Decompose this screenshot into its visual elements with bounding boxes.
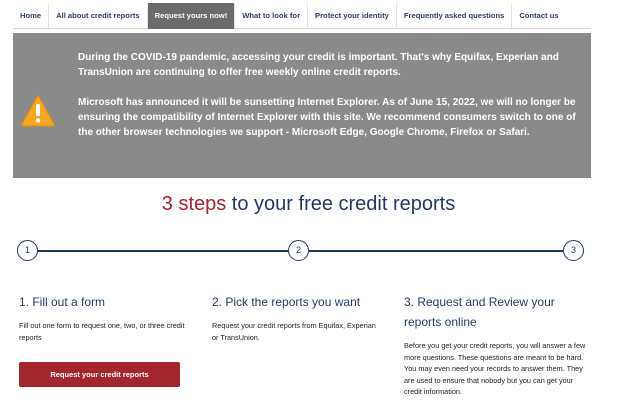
step-circle-1: 1: [17, 240, 38, 261]
step-connector-1: [38, 250, 288, 252]
step-connector-2: [309, 250, 563, 252]
step-circle-3: 3: [563, 240, 584, 261]
warning-triangle-icon: [21, 93, 55, 127]
step-1-title: 1. Fill out a form: [19, 295, 106, 309]
heading-rest: to your free credit reports: [226, 193, 456, 215]
nav-tab-home[interactable]: Home: [13, 3, 50, 29]
step-1-text: Fill out one form to request one, two, o…: [19, 321, 185, 342]
nav-tab-faq[interactable]: Frequently asked questions: [397, 3, 513, 29]
page-heading: 3 steps to your free credit reports: [0, 193, 617, 216]
nav-tab-protect-identity[interactable]: Protect your identity: [308, 3, 397, 29]
step-3-title: 3. Request and Review your reports onlin…: [404, 295, 555, 329]
request-credit-reports-button[interactable]: Request your credit reports: [19, 362, 180, 387]
alert-message: During the COVID-19 pandemic, accessing …: [78, 50, 583, 140]
nav-tab-request-yours-now[interactable]: Request yours now!: [147, 3, 236, 29]
alert-paragraph-ie: Microsoft has announced it will be sunse…: [78, 97, 576, 138]
alert-banner: During the COVID-19 pandemic, accessing …: [13, 33, 591, 178]
top-navigation: Home All about credit reports Request yo…: [13, 3, 591, 29]
nav-tab-what-to-look-for[interactable]: What to look for: [235, 3, 309, 29]
step-circle-2: 2: [288, 240, 309, 261]
step-2-text: Request your credit reports from Equifax…: [212, 321, 376, 342]
nav-tab-contact-us[interactable]: Contact us: [512, 3, 565, 29]
heading-accent: 3 steps: [161, 193, 227, 215]
nav-tab-about-credit-reports[interactable]: All about credit reports: [49, 3, 148, 29]
alert-paragraph-covid: During the COVID-19 pandemic, accessing …: [78, 52, 559, 78]
step-2-title: 2. Pick the reports you want: [212, 295, 361, 309]
step-3-text: Before you get your credit reports, you …: [404, 341, 586, 396]
